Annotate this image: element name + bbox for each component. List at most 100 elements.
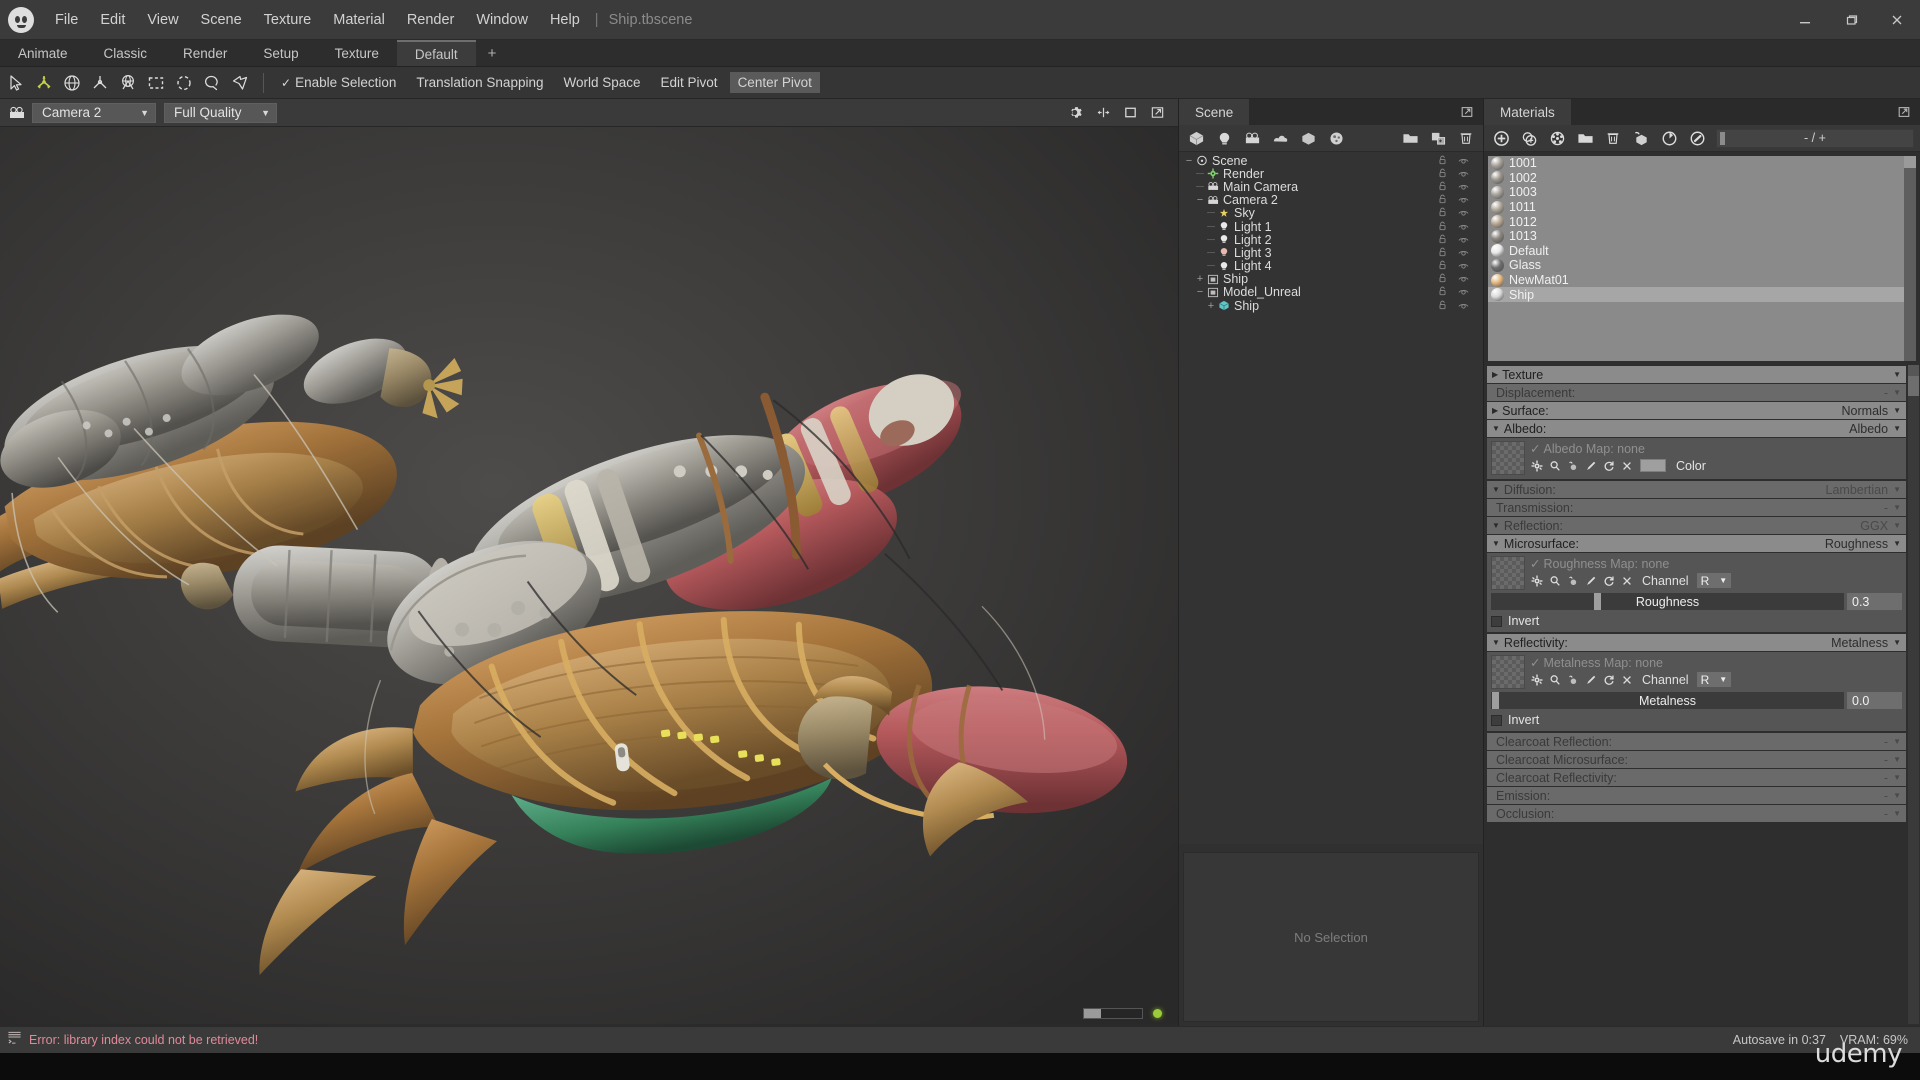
slider-knob[interactable] (1491, 692, 1499, 709)
material-section-reflectiv[interactable]: ▼ Reflectivity: Metalness ▼ (1487, 634, 1906, 651)
scene-tree-item-light-4[interactable]: ─ Light 4 (1179, 259, 1483, 273)
material-list-item[interactable]: 1013 (1488, 229, 1904, 244)
check-icon[interactable]: ✓ (1530, 556, 1540, 571)
material-list-item[interactable]: 1003 (1488, 185, 1904, 200)
check-icon[interactable]: ✓ (1530, 441, 1540, 456)
reflectiv-map-thumbnail[interactable] (1491, 655, 1525, 689)
refresh-icon[interactable] (1684, 127, 1710, 150)
camera-select[interactable]: Camera 2 ▼ (32, 102, 156, 123)
expand-icon[interactable]: + (1194, 273, 1206, 285)
trash-icon[interactable] (1453, 127, 1479, 150)
material-section-displace[interactable]: Displacement: - ▼ (1487, 384, 1906, 401)
toggle-enable-selection[interactable]: ✓ Enable Selection (273, 72, 404, 93)
transform-tool[interactable] (114, 69, 142, 97)
clear-x-icon[interactable] (1620, 459, 1633, 472)
add-layout-tab-button[interactable]: + (476, 40, 509, 66)
split-view-icon[interactable] (1092, 102, 1114, 124)
lock-icon[interactable] (1438, 259, 1447, 273)
gear-icon[interactable] (1065, 102, 1087, 124)
popout-icon[interactable] (1894, 102, 1914, 122)
eye-icon[interactable] (1458, 206, 1469, 220)
menu-item-material[interactable]: Material (322, 0, 396, 39)
layout-tab-render[interactable]: Render (165, 40, 245, 66)
scene-tree-item-main-camera[interactable]: ─ Main Camera (1179, 180, 1483, 194)
lock-icon[interactable] (1438, 285, 1447, 299)
material-list-item[interactable]: Ship (1488, 287, 1904, 302)
material-section-value-group[interactable]: - ▼ (1884, 753, 1901, 767)
eye-icon[interactable] (1458, 285, 1469, 299)
scene-tree-item-model_unreal[interactable]: − Model_Unreal (1179, 285, 1483, 299)
lock-icon[interactable] (1438, 272, 1447, 286)
menu-item-file[interactable]: File (44, 0, 89, 39)
scene-tree-item-scene[interactable]: − Scene (1179, 154, 1483, 168)
scene-tree-item-ship[interactable]: + Ship (1179, 299, 1483, 313)
edit-pencil-icon[interactable] (1584, 673, 1597, 686)
quality-select[interactable]: Full Quality ▼ (164, 102, 277, 123)
material-section-occlusion[interactable]: Occlusion: - ▼ (1487, 805, 1906, 822)
3d-viewport[interactable] (0, 127, 1178, 1026)
popout-icon[interactable] (1146, 102, 1168, 124)
material-section-value-group[interactable]: GGX ▼ (1860, 519, 1901, 533)
material-list-item[interactable]: NewMat01 (1488, 273, 1904, 288)
scene-tree-item-light-3[interactable]: ─ Light 3 (1179, 246, 1483, 260)
menu-item-edit[interactable]: Edit (89, 0, 136, 39)
eyedropper-icon[interactable] (1566, 574, 1579, 587)
layout-tab-animate[interactable]: Animate (0, 40, 86, 66)
lock-icon[interactable] (1438, 233, 1447, 247)
add-camera-icon[interactable] (1239, 127, 1265, 150)
scale-tool[interactable] (86, 69, 114, 97)
layout-tab-setup[interactable]: Setup (245, 40, 316, 66)
material-list-item[interactable]: Glass (1488, 258, 1904, 273)
scene-tree-item-render[interactable]: ─ Render (1179, 167, 1483, 181)
toggle-edit-pivot[interactable]: Edit Pivot (653, 72, 726, 93)
add-material-icon[interactable] (1323, 127, 1349, 150)
menu-item-texture[interactable]: Texture (253, 0, 323, 39)
search-icon[interactable] (1548, 574, 1561, 587)
close-button[interactable] (1874, 0, 1920, 39)
square-icon[interactable] (1119, 102, 1141, 124)
menu-item-help[interactable]: Help (539, 0, 591, 39)
console-icon[interactable] (7, 1030, 22, 1050)
lock-icon[interactable] (1438, 193, 1447, 207)
material-section-micro[interactable]: ▼ Microsurface: Roughness ▼ (1487, 535, 1906, 552)
lock-icon[interactable] (1438, 299, 1447, 313)
material-section-albedo[interactable]: ▼ Albedo: Albedo ▼ (1487, 420, 1906, 437)
material-search-input[interactable]: - / + (1716, 128, 1914, 148)
material-section-transmis[interactable]: Transmission: - ▼ (1487, 499, 1906, 516)
scene-tree-item-sky[interactable]: ─ Sky (1179, 206, 1483, 220)
edit-pencil-icon[interactable] (1584, 459, 1597, 472)
eyedropper-icon[interactable] (1566, 459, 1579, 472)
eye-icon[interactable] (1458, 299, 1469, 313)
menu-item-window[interactable]: Window (465, 0, 539, 39)
eye-icon[interactable] (1458, 180, 1469, 194)
invert-checkbox[interactable] (1491, 714, 1502, 726)
material-section-ccrefl[interactable]: Clearcoat Reflection: - ▼ (1487, 733, 1906, 750)
add-object-icon[interactable] (1295, 127, 1321, 150)
material-section-value-group[interactable]: Roughness ▼ (1825, 537, 1901, 551)
clear-material-icon[interactable] (1544, 127, 1570, 150)
toggle-translation-snapping[interactable]: Translation Snapping (408, 72, 551, 93)
ellipse-select-tool[interactable] (170, 69, 198, 97)
clear-x-icon[interactable] (1620, 574, 1633, 587)
material-section-value-group[interactable]: - ▼ (1884, 807, 1901, 821)
gear-icon[interactable] (1530, 673, 1543, 686)
rect-select-tool[interactable] (142, 69, 170, 97)
check-icon[interactable]: ✓ (1530, 655, 1540, 670)
eye-icon[interactable] (1458, 246, 1469, 260)
lasso-select-tool[interactable] (198, 69, 226, 97)
reload-icon[interactable] (1602, 459, 1615, 472)
menu-item-render[interactable]: Render (396, 0, 466, 39)
reflectiv-slider[interactable]: Metalness (1491, 692, 1844, 709)
eye-icon[interactable] (1458, 193, 1469, 207)
micro-value-field[interactable]: 0.3 (1847, 593, 1902, 610)
scene-tree-item-ship[interactable]: + Ship (1179, 272, 1483, 286)
material-properties-scrollbar[interactable] (1908, 365, 1919, 1024)
material-section-value-group[interactable]: - ▼ (1884, 501, 1901, 515)
reload-icon[interactable] (1602, 673, 1615, 686)
invert-checkbox[interactable] (1491, 615, 1502, 627)
lock-icon[interactable] (1438, 180, 1447, 194)
collapse-icon[interactable]: − (1194, 194, 1206, 206)
collapse-icon[interactable]: − (1183, 155, 1195, 167)
eye-icon[interactable] (1458, 233, 1469, 247)
albedo-color-swatch[interactable] (1640, 459, 1666, 472)
